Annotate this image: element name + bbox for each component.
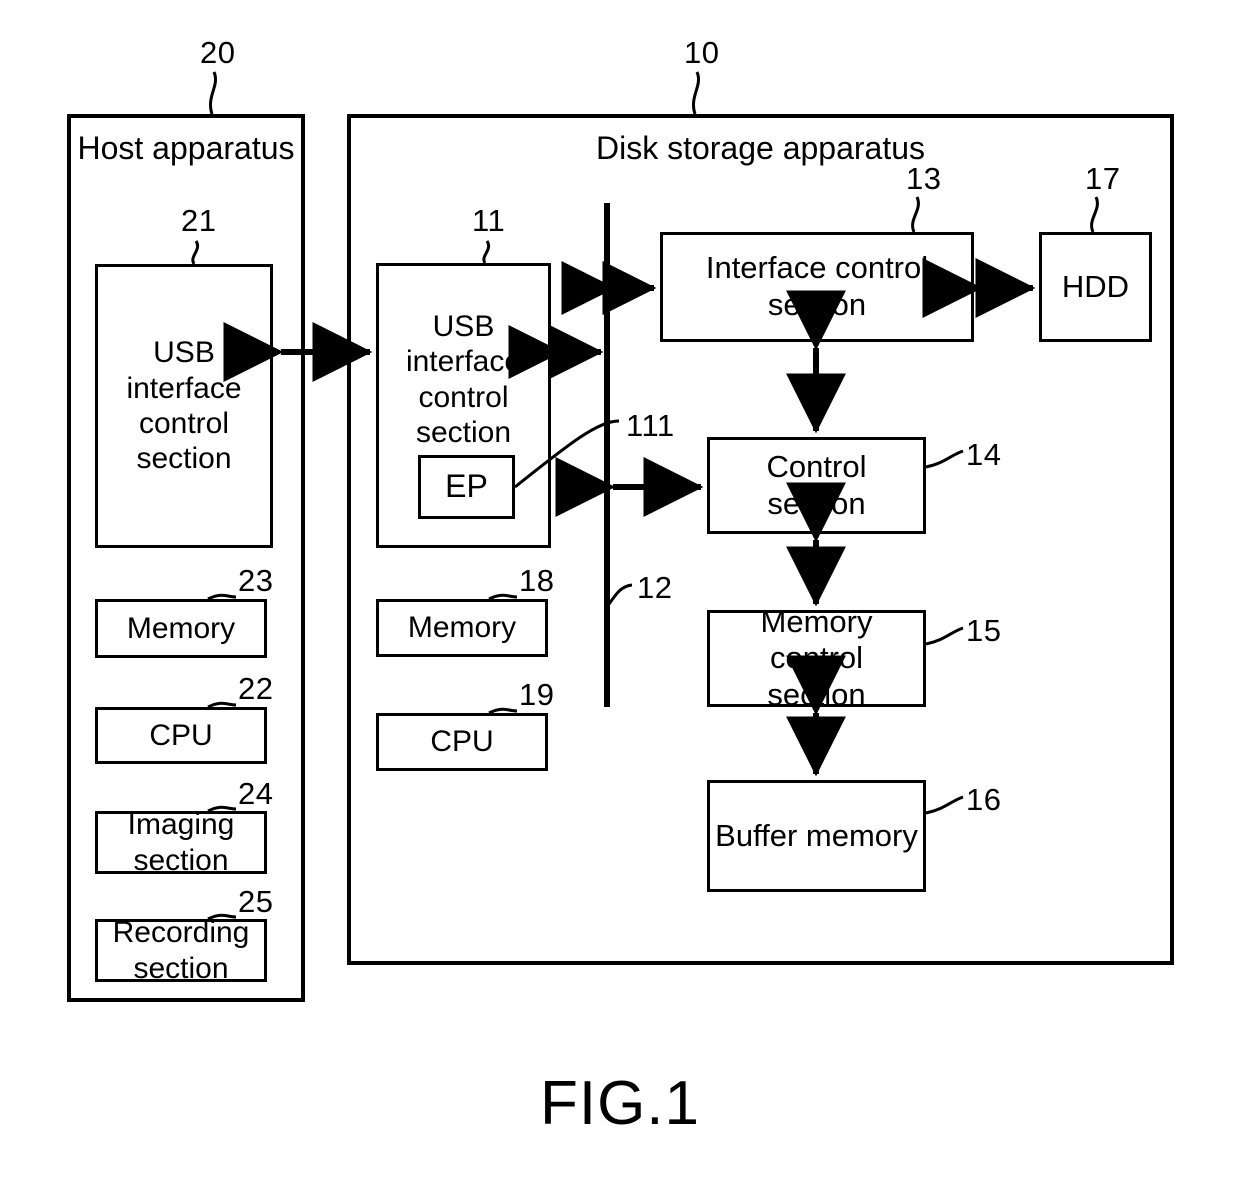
ref-numeral-host-recording: 25 <box>238 884 274 919</box>
host-memory-label: Memory <box>126 611 236 645</box>
patent-figure-1: Host apparatus Disk storage apparatus US… <box>0 0 1240 1182</box>
ref-numeral-interface-control: 13 <box>906 161 942 196</box>
device-cpu-block: CPU <box>376 713 548 771</box>
host-imaging-section-label: Imaging section <box>127 808 235 877</box>
ref-numeral-host-imaging: 24 <box>238 776 274 811</box>
memory-control-section-label: Memory control section <box>760 603 873 712</box>
hdd-label: HDD <box>1061 268 1130 304</box>
host-usb-interface-control-section: USB interface control section <box>95 264 273 548</box>
ref-numeral-disk-storage-apparatus: 10 <box>684 35 720 70</box>
ref-numeral-host-memory: 23 <box>238 563 274 598</box>
ref-numeral-device-cpu: 19 <box>519 677 555 712</box>
device-usb-interface-control-section-label: USB interface control section <box>405 309 522 449</box>
hdd-block: HDD <box>1039 232 1152 342</box>
host-recording-section-block: Recording section <box>95 916 267 985</box>
host-usb-interface-control-section-label: USB interface control section <box>126 336 242 476</box>
control-section-label: Control section <box>766 448 867 521</box>
device-memory-label: Memory <box>407 611 517 645</box>
ref-numeral-host-cpu: 22 <box>238 671 274 706</box>
host-memory-block: Memory <box>95 599 267 658</box>
lead-line-disk-storage <box>692 71 700 115</box>
ref-numeral-endpoint: 111 <box>626 408 675 443</box>
interface-control-section-label: Interface control section <box>705 250 929 322</box>
ref-numeral-memory-control: 15 <box>966 613 1002 648</box>
memory-control-section-block: Memory control section <box>707 604 926 712</box>
interface-control-section-block: Interface control section <box>660 232 974 342</box>
host-imaging-section-block: Imaging section <box>95 808 267 877</box>
ref-numeral-device-memory: 18 <box>519 563 555 598</box>
control-section-block: Control section <box>707 437 926 534</box>
ref-numeral-host-usb-interface: 21 <box>181 203 217 238</box>
endpoint-label: EP <box>445 468 488 505</box>
endpoint-block: EP <box>418 455 515 519</box>
disk-storage-apparatus-label: Disk storage apparatus <box>595 130 926 166</box>
host-cpu-label: CPU <box>149 718 213 752</box>
buffer-memory-block: Buffer memory <box>707 780 926 892</box>
ref-numeral-device-usb-interface: 11 <box>472 203 506 238</box>
ref-numeral-control-section: 14 <box>966 437 1002 472</box>
host-cpu-block: CPU <box>95 707 267 764</box>
ref-numeral-internal-bus: 12 <box>637 570 673 605</box>
lead-line-host-apparatus <box>209 71 217 115</box>
device-cpu-label: CPU <box>430 725 494 759</box>
buffer-memory-label: Buffer memory <box>715 817 918 853</box>
ref-numeral-buffer-memory: 16 <box>966 782 1002 817</box>
host-recording-section-label: Recording section <box>112 916 250 985</box>
figure-caption: FIG.1 <box>539 1069 701 1138</box>
device-memory-block: Memory <box>376 599 548 657</box>
ref-numeral-host-apparatus: 20 <box>200 35 236 70</box>
host-apparatus-label: Host apparatus <box>77 130 295 166</box>
ref-numeral-hdd: 17 <box>1085 161 1121 196</box>
